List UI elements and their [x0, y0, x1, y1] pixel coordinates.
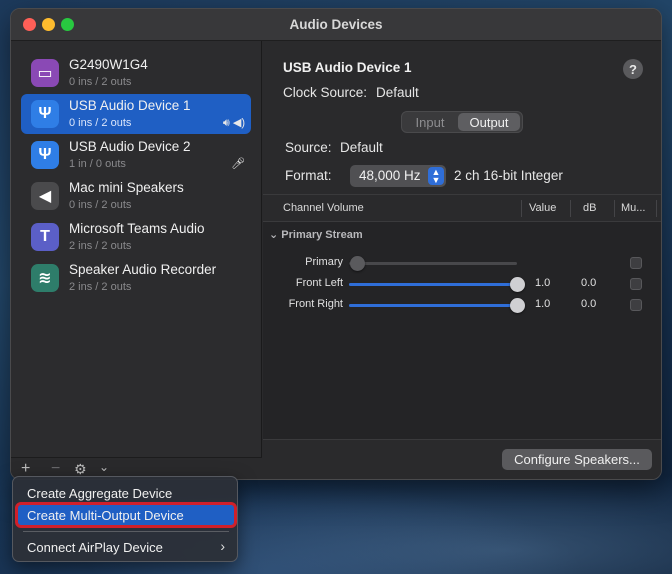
volume-slider-knob[interactable]: [510, 298, 525, 313]
stream-group-row[interactable]: ⌄ Primary Stream: [269, 228, 363, 241]
device-title: USB Audio Device 1: [283, 60, 412, 75]
channel-value: 1.0: [535, 298, 551, 310]
input-output-segmented-control: Input Output: [401, 111, 523, 133]
speaker-icon: ◀: [31, 182, 59, 210]
usb-icon: Ψ: [31, 100, 59, 128]
volume-slider: [349, 256, 517, 271]
table-header: Channel Volume Value dB Mu...: [263, 195, 661, 222]
help-button[interactable]: ?: [623, 59, 643, 79]
channel-value: 1.0: [535, 277, 551, 289]
add-device-menu: Create Aggregate Device Create Multi-Out…: [12, 476, 238, 562]
source-label: Source:: [285, 140, 332, 155]
mute-checkbox[interactable]: [630, 257, 642, 269]
column-channel-volume[interactable]: Channel Volume: [283, 202, 364, 214]
column-divider: [570, 200, 571, 217]
clock-source-value[interactable]: Default: [376, 85, 419, 100]
window-title: Audio Devices: [289, 17, 383, 32]
device-list: ▭ G2490W1G4 0 ins / 2 outs Ψ USB Audio Devic…: [11, 41, 262, 479]
device-io-count: 0 ins / 2 outs: [69, 199, 132, 211]
volume-slider[interactable]: [349, 277, 525, 292]
monitor-icon: ▭: [31, 59, 59, 87]
usb-icon: Ψ: [31, 141, 59, 169]
device-name: Speaker Audio Recorder: [69, 262, 217, 277]
channel-db: 0.0: [581, 298, 597, 310]
tab-output[interactable]: Output: [458, 113, 520, 131]
chevron-down-icon[interactable]: ⌄: [99, 458, 109, 476]
menu-item-connect-airplay-device[interactable]: Connect AirPlay Device ›: [17, 536, 235, 558]
updown-chevron-icon: ▲ ▼: [428, 167, 444, 185]
device-item[interactable]: Ψ USB Audio Device 2 1 in / 0 outs 🎤︎: [21, 135, 251, 175]
device-detail-panel: USB Audio Device 1 Clock Source: Default…: [263, 41, 661, 479]
format-value: 48,000 Hz: [359, 168, 421, 183]
device-item[interactable]: Ψ USB Audio Device 1 0 ins / 2 outs 🔊︎ ◀): [21, 94, 251, 134]
table-row: Primary: [263, 253, 661, 274]
device-io-count: 2 ins / 2 outs: [69, 281, 132, 293]
menu-item-create-aggregate-device[interactable]: Create Aggregate Device: [17, 482, 235, 504]
column-value[interactable]: Value: [529, 202, 556, 214]
configure-speakers-button[interactable]: Configure Speakers...: [502, 449, 652, 470]
disclosure-chevron-icon: ⌄: [269, 229, 282, 241]
audio-devices-window: Audio Devices ▭ G2490W1G4 0 ins / 2 outs Ψ U…: [10, 8, 662, 480]
device-io-count: 2 ins / 2 outs: [69, 240, 132, 252]
format-label: Format:: [285, 168, 332, 183]
volume-slider-knob[interactable]: [510, 277, 525, 292]
device-name: Microsoft Teams Audio: [69, 221, 205, 236]
table-row: Front Left 1.0 0.0: [263, 274, 661, 295]
volume-slider-fill: [349, 304, 517, 307]
device-io-count: 0 ins / 2 outs: [69, 117, 132, 129]
column-mute[interactable]: Mu...: [621, 202, 645, 214]
device-item[interactable]: T Microsoft Teams Audio 2 ins / 2 outs: [21, 217, 251, 257]
column-divider: [521, 200, 522, 217]
device-item[interactable]: ◀ Mac mini Speakers 0 ins / 2 outs: [21, 176, 251, 216]
channel-db: 0.0: [581, 277, 597, 289]
menu-item-create-multi-output-device[interactable]: Create Multi-Output Device: [15, 502, 237, 528]
clock-source-label: Clock Source:: [283, 85, 368, 100]
column-db[interactable]: dB: [583, 202, 596, 214]
channel-volume-table: Channel Volume Value dB Mu... ⌄ Primary …: [263, 194, 661, 440]
stream-group-label: Primary Stream: [281, 229, 363, 241]
device-io-count: 0 ins / 2 outs: [69, 76, 132, 88]
menu-item-label: Connect AirPlay Device: [27, 540, 163, 555]
column-divider: [614, 200, 615, 217]
submenu-arrow-icon: ›: [220, 538, 225, 554]
table-row: Front Right 1.0 0.0: [263, 295, 661, 316]
source-value: Default: [340, 140, 383, 155]
microphone-icon: 🎤︎: [231, 158, 245, 170]
device-item[interactable]: ▭ G2490W1G4 0 ins / 2 outs: [21, 53, 251, 93]
menu-item-label: Create Multi-Output Device: [27, 508, 184, 523]
column-divider: [656, 200, 657, 217]
menu-item-label: Create Aggregate Device: [27, 486, 173, 501]
device-name: Mac mini Speakers: [69, 180, 184, 195]
volume-slider[interactable]: [349, 298, 525, 313]
format-description: 2 ch 16-bit Integer: [454, 168, 563, 183]
speaker-output-icon: 🔊︎ ◀): [222, 117, 245, 129]
mute-checkbox[interactable]: [630, 278, 642, 290]
device-io-count: 1 in / 0 outs: [69, 158, 126, 170]
device-name: USB Audio Device 2: [69, 139, 191, 154]
tab-input[interactable]: Input: [404, 113, 456, 131]
format-popup-button[interactable]: 48,000 Hz ▲ ▼: [350, 165, 446, 187]
mute-checkbox[interactable]: [630, 299, 642, 311]
device-name: G2490W1G4: [69, 57, 148, 72]
teams-icon: T: [31, 223, 59, 251]
volume-slider-fill: [349, 283, 517, 286]
channel-name: Primary: [305, 256, 343, 268]
channel-name: Front Right: [288, 298, 343, 310]
recorder-icon: ≋: [31, 264, 59, 292]
title-bar: Audio Devices: [11, 9, 661, 41]
channel-name: Front Left: [295, 277, 343, 289]
menu-separator: [23, 531, 229, 532]
device-item[interactable]: ≋ Speaker Audio Recorder 2 ins / 2 outs: [21, 258, 251, 298]
device-name: USB Audio Device 1: [69, 98, 191, 113]
volume-slider-knob: [350, 256, 366, 271]
